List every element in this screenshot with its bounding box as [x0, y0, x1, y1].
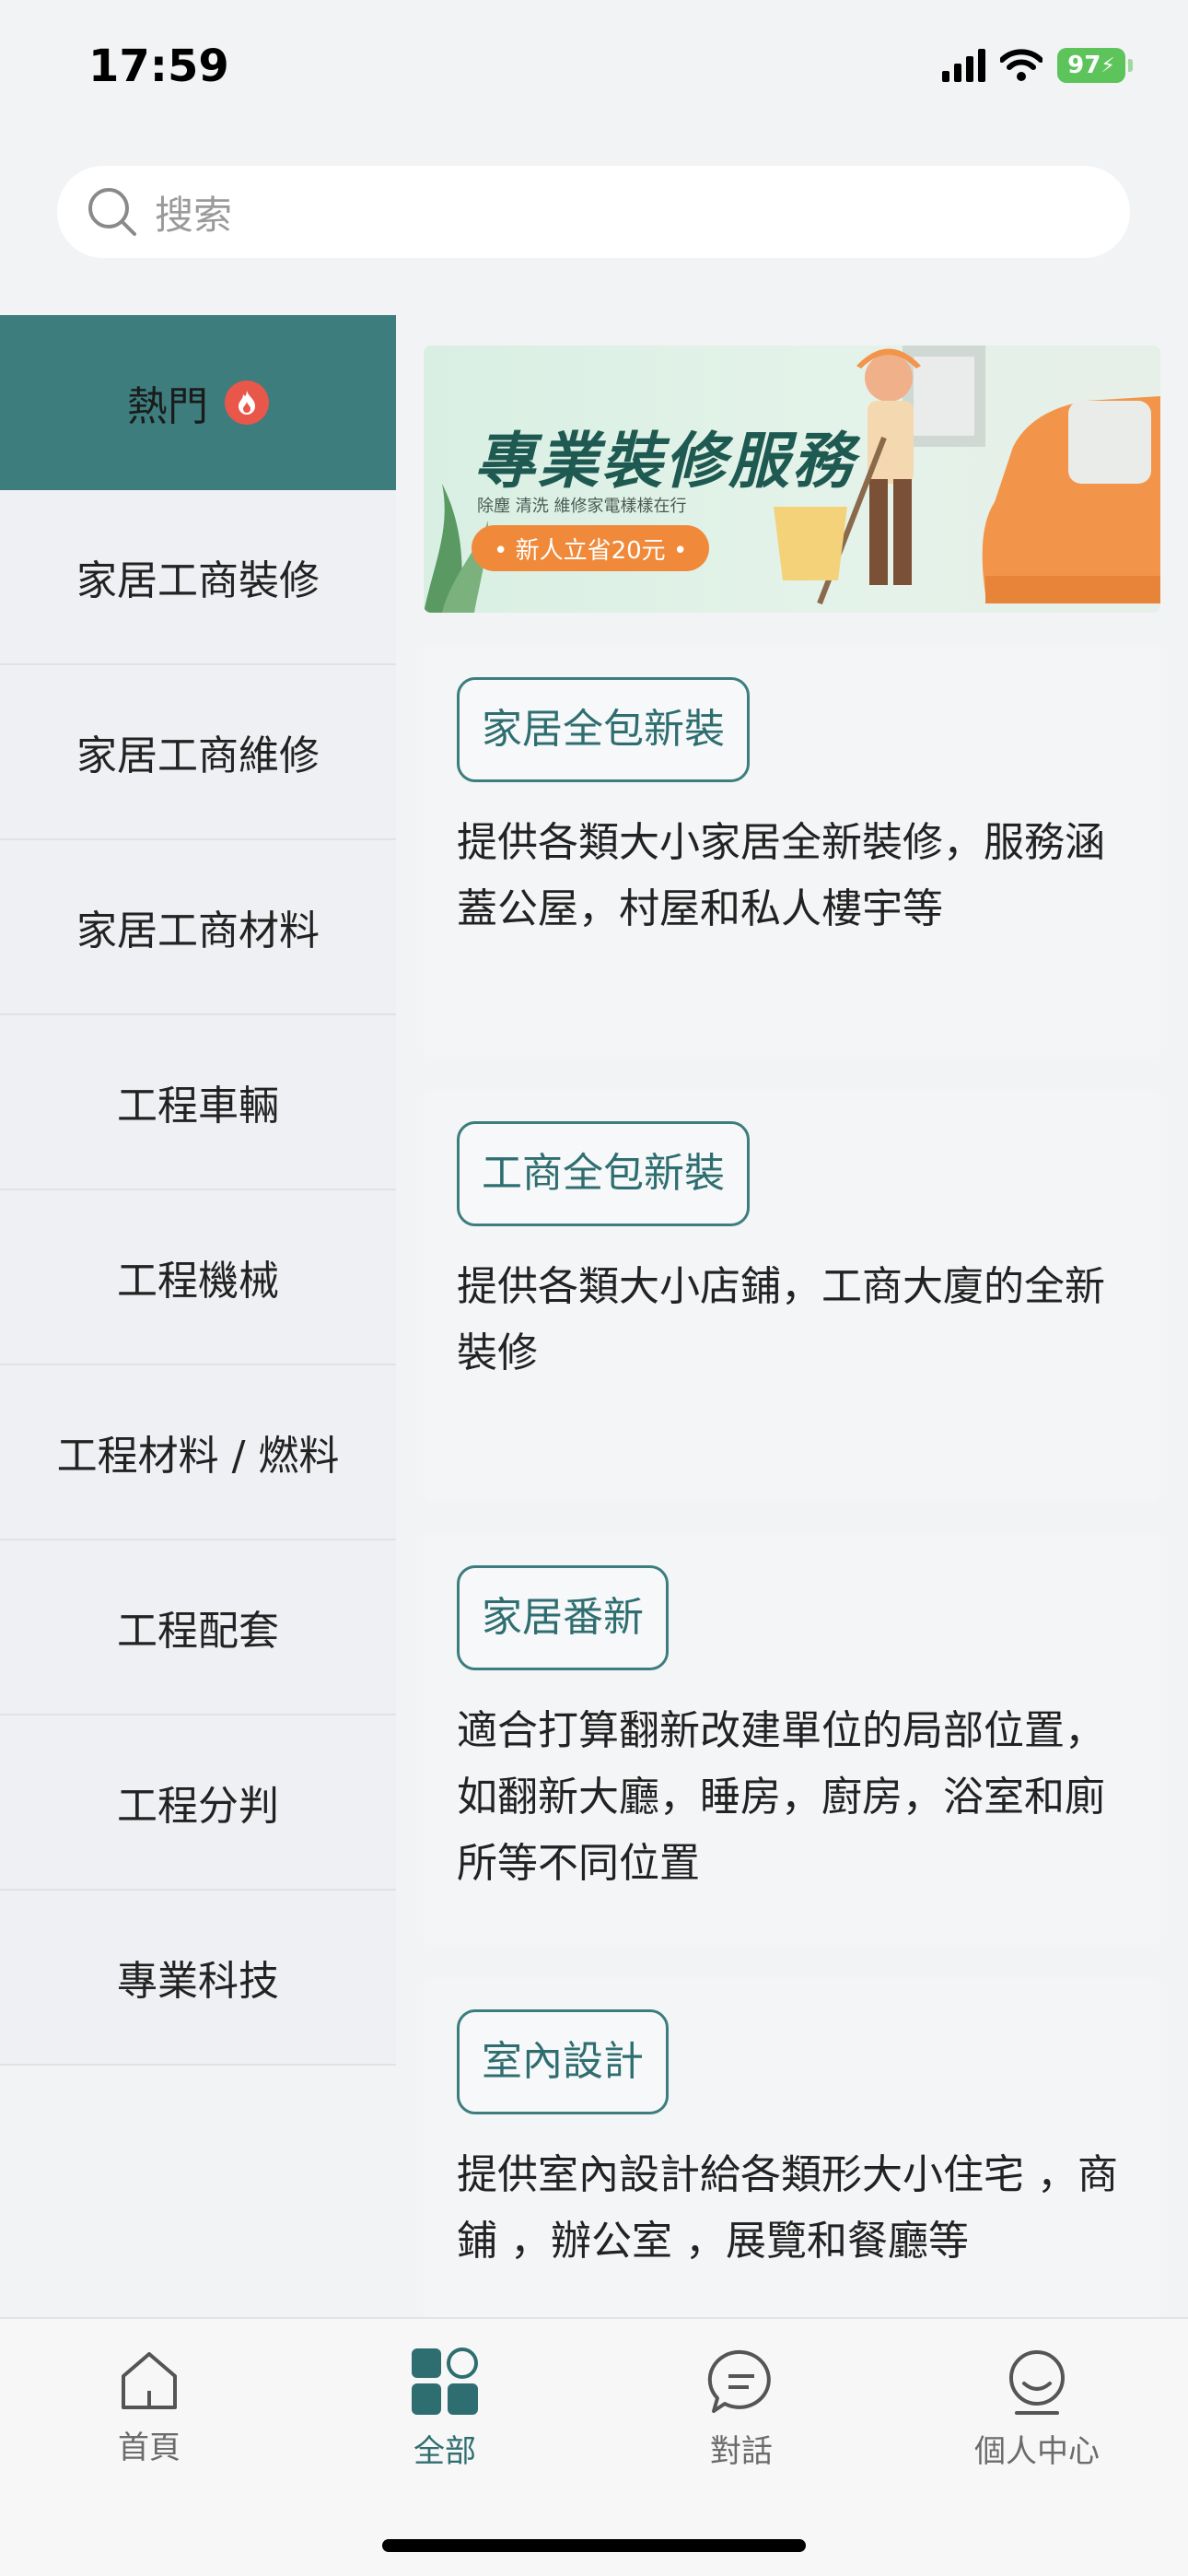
search-input[interactable]: 搜索	[57, 166, 1130, 258]
status-time: 17:59	[88, 41, 229, 92]
signal-icon	[942, 49, 985, 82]
tab-profile[interactable]: 個人中心	[945, 2347, 1129, 2471]
banner-subtitle: 除塵 清洗 維修家電樣樣在行	[477, 497, 687, 516]
sidebar-item-materials-fuel[interactable]: 工程材料 / 燃料	[0, 1365, 396, 1540]
status-bar: 17:59 97 ⚡	[0, 0, 1188, 138]
service-card-tag: 工商全包新裝	[457, 1121, 750, 1226]
sidebar-item-supporting[interactable]: 工程配套	[0, 1540, 396, 1715]
service-card-tag: 室內設計	[457, 2009, 669, 2114]
promo-banner[interactable]: 專業裝修服務 除塵 清洗 維修家電樣樣在行 • 新人立省20元 •	[424, 345, 1160, 613]
sidebar-item-label: 熱門	[127, 383, 208, 430]
banner-title: 專業裝修服務	[474, 426, 856, 497]
fire-icon	[225, 381, 269, 425]
service-card-desc: 適合打算翻新改建單位的局部位置，如翻新大廳，睡房，廚房，浴室和廁所等不同位置	[457, 1707, 1105, 1887]
sidebar-item-subcontract[interactable]: 工程分判	[0, 1715, 396, 1891]
category-sidebar: 熱門 家居工商裝修 家居工商維修 家居工商材料 工程車輛 工程機械 工程材料 /…	[0, 315, 396, 2066]
tab-label: 個人中心	[974, 2433, 1100, 2470]
service-card[interactable]: 工商全包新裝 提供各類大小店鋪，工商大廈的全新裝修	[424, 1089, 1160, 1501]
wifi-icon	[1000, 49, 1042, 81]
service-card-desc: 提供各類大小家居全新裝修，服務涵蓋公屋，村屋和私人樓宇等	[457, 819, 1105, 932]
service-card[interactable]: 家居全包新裝 提供各類大小家居全新裝修，服務涵蓋公屋，村屋和私人樓宇等	[424, 645, 1160, 1057]
search-icon	[88, 188, 136, 236]
tab-label: 全部	[413, 2433, 476, 2470]
grid-icon	[412, 2348, 478, 2415]
service-card-tag: 家居番新	[457, 1565, 669, 1670]
tab-label: 對話	[710, 2433, 773, 2470]
tab-label: 首頁	[118, 2430, 181, 2466]
sidebar-item-technology[interactable]: 專業科技	[0, 1891, 396, 2066]
sidebar-item-home-renovation[interactable]: 家居工商裝修	[0, 490, 396, 665]
sidebar-item-hot[interactable]: 熱門	[0, 315, 396, 490]
sidebar-item-machinery[interactable]: 工程機械	[0, 1190, 396, 1365]
tab-all[interactable]: 全部	[353, 2347, 537, 2471]
home-icon	[122, 2352, 177, 2409]
battery-icon: 97 ⚡	[1057, 48, 1133, 83]
banner-promo-pill: • 新人立省20元 •	[472, 525, 710, 571]
home-indicator	[382, 2539, 806, 2552]
service-card-desc: 提供各類大小店鋪，工商大廈的全新裝修	[457, 1263, 1105, 1376]
service-card[interactable]: 室內設計 提供室內設計給各類形大小住宅 ，商鋪 ，辦公室 ，展覽和餐廳等	[424, 1977, 1160, 2317]
sidebar-item-home-repair[interactable]: 家居工商維修	[0, 665, 396, 840]
service-card[interactable]: 家居番新 適合打算翻新改建單位的局部位置，如翻新大廳，睡房，廚房，浴室和廁所等不…	[424, 1533, 1160, 1945]
status-icons: 97 ⚡	[942, 48, 1133, 83]
tab-home[interactable]: 首頁	[57, 2347, 241, 2467]
battery-level: 97	[1067, 52, 1101, 79]
sidebar-item-home-materials[interactable]: 家居工商材料	[0, 840, 396, 1015]
service-card-tag: 家居全包新裝	[457, 677, 750, 782]
search-placeholder: 搜索	[155, 192, 233, 238]
tab-chat[interactable]: 對話	[649, 2347, 833, 2471]
sidebar-item-vehicles[interactable]: 工程車輛	[0, 1015, 396, 1190]
service-card-desc: 提供室內設計給各類形大小住宅 ，商鋪 ，辦公室 ，展覽和餐廳等	[457, 2151, 1118, 2265]
tab-bar: 首頁 全部 對話 個人中心	[0, 2317, 1188, 2576]
chat-icon	[707, 2349, 771, 2413]
profile-icon	[1009, 2350, 1065, 2415]
